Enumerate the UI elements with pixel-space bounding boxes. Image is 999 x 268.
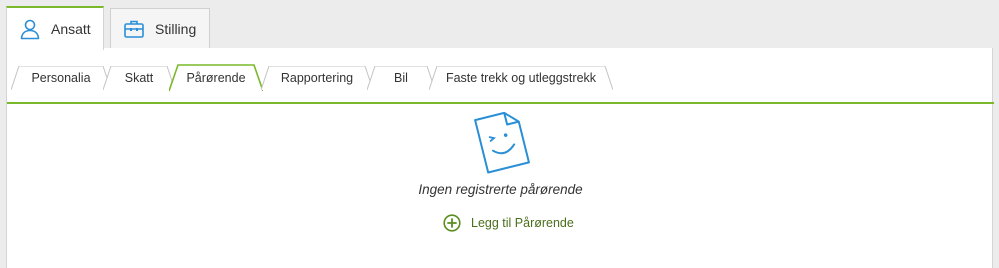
subtab-personalia-label: Personalia [31,71,91,85]
subtab-rapportering[interactable]: Rapportering [261,66,373,90]
empty-state-message: Ingen registrerte pårørende [418,182,583,197]
briefcase-icon [123,18,145,40]
tab-ansatt[interactable]: Ansatt [6,6,104,50]
subtab-underline [7,102,994,104]
subtab-skatt-label: Skatt [124,71,154,85]
subtab-faste-trekk[interactable]: Faste trekk og utleggstrekk [429,66,613,90]
sub-tab-bar: Personalia Skatt Pårørende Rapportering [7,62,994,104]
subtab-skatt[interactable]: Skatt [103,66,175,90]
subtab-parorende[interactable]: Pårørende [169,64,263,92]
person-icon [19,18,41,40]
add-parorende-button[interactable]: Legg til Pårørende [443,214,574,232]
employee-panel: Personalia Skatt Pårørende Rapportering [6,48,994,268]
subtab-rapportering-label: Rapportering [280,71,354,85]
tab-stilling-label: Stilling [155,20,197,37]
subtab-faste-trekk-label: Faste trekk og utleggstrekk [445,71,597,85]
subtab-bil[interactable]: Bil [367,66,435,90]
add-parorende-label: Legg til Pårørende [471,216,574,230]
winking-document-icon [471,106,535,176]
subtab-bil-label: Bil [394,71,408,85]
subtab-personalia[interactable]: Personalia [11,66,111,90]
tab-ansatt-label: Ansatt [51,21,91,37]
subtab-parorende-label: Pårørende [186,71,246,85]
tab-stilling[interactable]: Stilling [110,8,210,48]
plus-circle-icon [443,214,461,232]
